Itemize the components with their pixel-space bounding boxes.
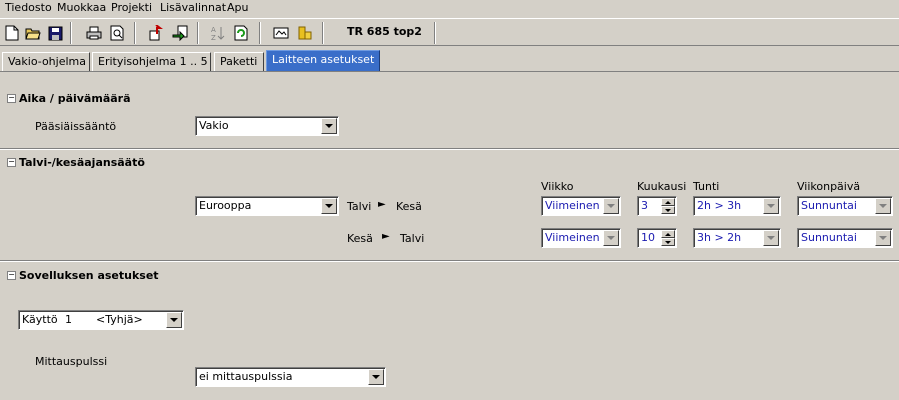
coins-icon[interactable] [294, 23, 314, 43]
chevron-down-icon[interactable] [321, 198, 337, 214]
row1-from-label: Talvi [347, 200, 372, 213]
tab-bar: Vakio-ohjelma Erityisohjelma 1 .. 5 Pake… [0, 49, 899, 71]
row1-to-label: Kesä [396, 200, 422, 213]
section-title-dst: Talvi-/kesäajansäätö [19, 156, 145, 169]
collapse-icon[interactable]: − [7, 158, 16, 167]
stepper-down-icon[interactable] [661, 238, 675, 246]
upload-icon[interactable] [147, 23, 167, 43]
row2-week-value: Viimeinen [545, 231, 600, 244]
new-file-icon[interactable] [2, 23, 22, 43]
pulse-select[interactable]: ei mittauspulssia [195, 367, 386, 387]
device-title: TR 685 top2 [347, 25, 422, 38]
tab-package[interactable]: Paketti [214, 52, 264, 71]
dst-region-value: Eurooppa [199, 199, 252, 212]
stepper-up-icon[interactable] [661, 230, 675, 238]
row2-from-label: Kesä [347, 232, 373, 245]
toolbar-separator [197, 22, 199, 44]
chevron-down-icon[interactable] [603, 230, 619, 246]
usage-label: Käyttö [22, 313, 58, 326]
menu-options[interactable]: Lisävalinnat [160, 1, 226, 15]
menu-edit[interactable]: Muokkaa [57, 1, 106, 15]
pulse-label: Mittauspulssi [35, 355, 108, 368]
print-preview-icon[interactable] [107, 23, 127, 43]
refresh-icon[interactable] [231, 23, 251, 43]
save-icon[interactable] [45, 23, 65, 43]
open-folder-icon[interactable] [23, 23, 43, 43]
tab-device-settings[interactable]: Laitteen asetukset [266, 50, 380, 71]
easter-rule-select[interactable]: Vakio [195, 116, 339, 136]
pulse-value: ei mittauspulssia [199, 370, 293, 383]
row1-hour-select[interactable]: 2h > 3h [693, 196, 781, 216]
device-icon[interactable] [271, 23, 291, 43]
row2-hour-select[interactable]: 3h > 2h [693, 228, 781, 248]
row2-week-select[interactable]: Viimeinen [541, 228, 621, 248]
chevron-down-icon[interactable] [875, 198, 891, 214]
row1-weekday-select[interactable]: Sunnuntai [797, 196, 893, 216]
download-icon[interactable] [170, 23, 190, 43]
toolbar: AZ TR 685 top2 [0, 18, 899, 46]
col-hour-label: Tunti [693, 180, 720, 193]
row2-to-label: Talvi [400, 232, 425, 245]
toolbar-separator [70, 22, 72, 44]
row2-month-value: 10 [641, 231, 655, 244]
chevron-down-icon[interactable] [368, 369, 384, 385]
chevron-down-icon[interactable] [763, 198, 779, 214]
menu-bar: Tiedosto Muokkaa Projekti Lisävalinnat A… [0, 0, 899, 16]
row2-month-stepper[interactable]: 10 [637, 228, 677, 248]
usage-value: <Tyhjä> [96, 313, 143, 326]
col-month-label: Kuukausi [637, 180, 687, 193]
stepper-up-icon[interactable] [661, 198, 675, 206]
row1-week-select[interactable]: Viimeinen [541, 196, 621, 216]
easter-rule-label: Pääsiäissääntö [35, 120, 117, 133]
collapse-icon[interactable]: − [7, 271, 16, 280]
row1-week-value: Viimeinen [545, 199, 600, 212]
row2-hour-value: 3h > 2h [697, 231, 742, 244]
chevron-down-icon[interactable] [321, 118, 337, 134]
section-divider [0, 260, 899, 262]
toolbar-separator [134, 22, 136, 44]
row1-hour-value: 2h > 3h [697, 199, 742, 212]
usage-select[interactable]: Käyttö 1 <Tyhjä> [18, 310, 184, 330]
row1-month-value: 3 [641, 199, 648, 212]
dst-region-select[interactable]: Eurooppa [195, 196, 339, 216]
row1-arrow-icon: ► [378, 199, 386, 210]
menu-project[interactable]: Projekti [111, 1, 152, 15]
settings-panel: − Aika / päivämäärä Pääsiäissääntö Vakio… [0, 72, 899, 400]
svg-text:A: A [211, 26, 216, 34]
menu-file[interactable]: Tiedosto [5, 1, 52, 15]
row2-weekday-select[interactable]: Sunnuntai [797, 228, 893, 248]
section-title-time-date: Aika / päivämäärä [19, 92, 131, 105]
usage-number: 1 [65, 313, 72, 326]
row2-weekday-value: Sunnuntai [801, 231, 857, 244]
toolbar-separator [259, 22, 261, 44]
stepper-down-icon[interactable] [661, 206, 675, 214]
chevron-down-icon[interactable] [875, 230, 891, 246]
toolbar-separator [434, 22, 436, 44]
tab-standard-program[interactable]: Vakio-ohjelma [2, 52, 90, 71]
section-divider [0, 148, 899, 150]
sort-icon[interactable]: AZ [208, 23, 228, 43]
section-title-app: Sovelluksen asetukset [19, 269, 159, 282]
col-weekday-label: Viikonpäivä [797, 180, 861, 193]
toolbar-separator [322, 22, 324, 44]
chevron-down-icon[interactable] [603, 198, 619, 214]
svg-text:Z: Z [211, 34, 216, 41]
stepper-buttons [661, 230, 675, 246]
print-icon[interactable] [84, 23, 104, 43]
col-week-label: Viikko [541, 180, 574, 193]
chevron-down-icon[interactable] [166, 312, 182, 328]
row1-month-stepper[interactable]: 3 [637, 196, 677, 216]
collapse-icon[interactable]: − [7, 94, 16, 103]
row2-arrow-icon: ► [382, 231, 390, 242]
row1-weekday-value: Sunnuntai [801, 199, 857, 212]
easter-rule-value: Vakio [199, 119, 229, 132]
menu-help[interactable]: Apu [227, 1, 248, 15]
stepper-buttons [661, 198, 675, 214]
tab-special-program[interactable]: Erityisohjelma 1 .. 5 [92, 52, 211, 71]
chevron-down-icon[interactable] [763, 230, 779, 246]
